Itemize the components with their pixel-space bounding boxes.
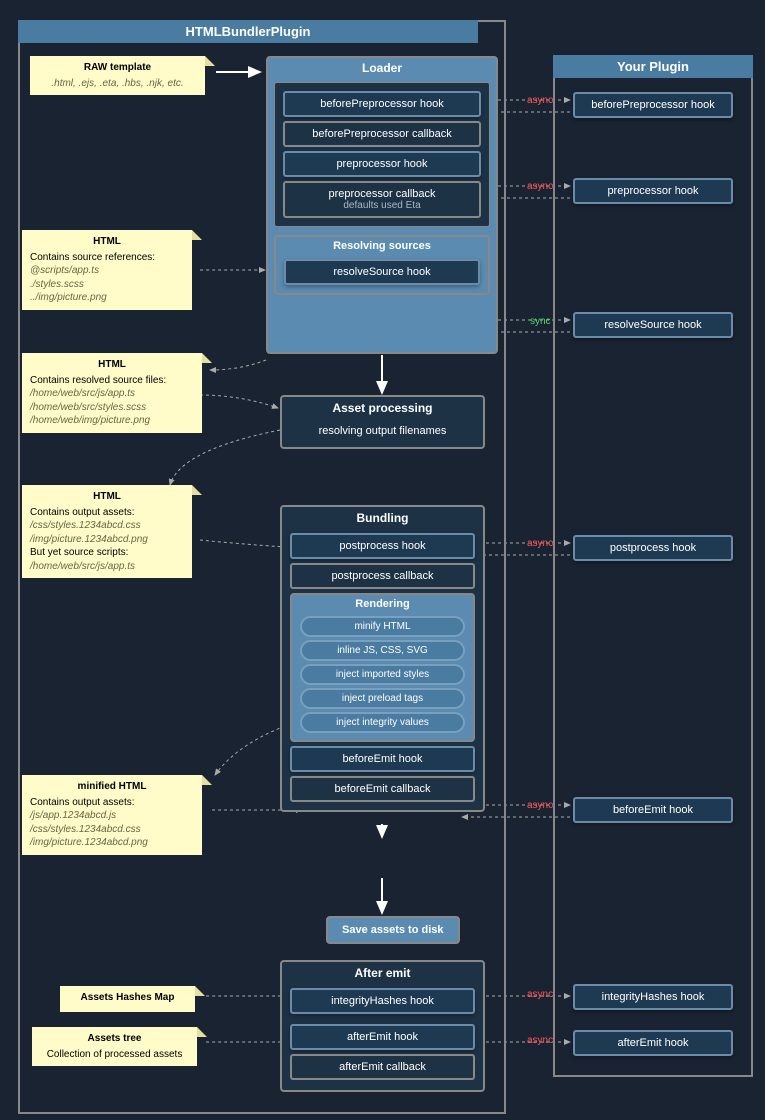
note-line: @scripts/app.ts: [30, 264, 184, 278]
plugin-before-preprocessor-hook: beforePreprocessor hook: [573, 92, 733, 118]
note-line: /css/styles.1234abcd.css: [30, 823, 194, 837]
note-line: But yet source scripts:: [30, 546, 184, 560]
bundling-title: Bundling: [282, 507, 483, 529]
sync-label: sync: [530, 316, 551, 327]
postprocess-callback: postprocess callback: [290, 563, 475, 589]
async-label: async: [527, 989, 553, 1000]
pill-minify: minify HTML: [300, 616, 465, 637]
note-title: RAW template: [38, 61, 197, 75]
note-title: minified HTML: [30, 780, 194, 794]
afteremit-hook: afterEmit hook: [290, 1024, 475, 1050]
pill-inline: inline JS, CSS, SVG: [300, 640, 465, 661]
after-emit-panel: After emit integrityHashes hook afterEmi…: [280, 960, 485, 1092]
integrity-hashes-hook: integrityHashes hook: [290, 988, 475, 1014]
bundling-panel: Bundling postprocess hook postprocess ca…: [280, 505, 485, 812]
plugin-preprocessor-hook: preprocessor hook: [573, 178, 733, 204]
beforeemit-hook: beforeEmit hook: [290, 746, 475, 772]
note-line: /js/app.1234abcd.js: [30, 809, 194, 823]
note-assets-tree: Assets tree Collection of processed asse…: [32, 1027, 197, 1066]
note-line: Contains source references:: [30, 251, 184, 265]
loader-title: Loader: [268, 58, 496, 78]
async-label: async: [527, 95, 553, 106]
note-title: HTML: [30, 358, 194, 372]
note-html-output: HTML Contains output assets: /css/styles…: [22, 485, 192, 578]
note-line: /home/web/img/picture.png: [30, 414, 194, 428]
beforeemit-callback: beforeEmit callback: [290, 776, 475, 802]
asset-processing-panel: Asset processing resolving output filena…: [280, 395, 485, 449]
note-line: /css/styles.1234abcd.css: [30, 519, 184, 533]
plugin-integrity-hook: integrityHashes hook: [573, 984, 733, 1010]
note-html-src-refs: HTML Contains source references: @script…: [22, 230, 192, 310]
before-preprocessor-hook: beforePreprocessor hook: [283, 91, 481, 117]
preprocessor-hook: preprocessor hook: [283, 151, 481, 177]
note-line: /home/web/src/js/app.ts: [30, 560, 184, 574]
pill-inject-preload: inject preload tags: [300, 688, 465, 709]
note-line: Contains output assets:: [30, 796, 194, 810]
loader-panel: Loader beforePreprocessor hook beforePre…: [266, 56, 498, 354]
before-preprocessor-callback: beforePreprocessor callback: [283, 121, 481, 147]
callback-sublabel: defaults used Eta: [285, 200, 479, 211]
callback-label: preprocessor callback: [285, 188, 479, 200]
note-line: ./styles.scss: [30, 278, 184, 292]
plugin-beforeemit-hook: beforeEmit hook: [573, 797, 733, 823]
preprocessor-callback: preprocessor callback defaults used Eta: [283, 181, 481, 218]
rendering-title: Rendering: [292, 595, 473, 613]
save-assets-button: Save assets to disk: [326, 916, 460, 944]
async-label: async: [527, 1035, 553, 1046]
async-label: async: [527, 538, 553, 549]
note-title: Assets Hashes Map: [68, 991, 187, 1005]
note-line: ../img/picture.png: [30, 291, 184, 305]
pill-inject-styles: inject imported styles: [300, 664, 465, 685]
note-line: /home/web/src/js/app.ts: [30, 387, 194, 401]
note-line: /img/picture.1234abcd.png: [30, 836, 194, 850]
note-title: Assets tree: [40, 1032, 189, 1046]
note-raw-template: RAW template .html, .ejs, .eta, .hbs, .n…: [30, 56, 205, 95]
note-line: Contains output assets:: [30, 506, 184, 520]
note-line: Contains resolved source files:: [30, 374, 194, 388]
async-label: async: [527, 181, 553, 192]
note-line: .html, .ejs, .eta, .hbs, .njk, etc.: [38, 77, 197, 91]
plugin-afteremit-hook: afterEmit hook: [573, 1030, 733, 1056]
note-line: Collection of processed assets: [40, 1048, 189, 1062]
plugin-title: Your Plugin: [553, 55, 753, 78]
resolving-title: Resolving sources: [276, 237, 488, 255]
note-line: /img/picture.1234abcd.png: [30, 533, 184, 547]
asset-title: Asset processing: [282, 397, 483, 419]
plugin-postprocess-hook: postprocess hook: [573, 535, 733, 561]
after-emit-title: After emit: [282, 962, 483, 984]
resolve-source-hook: resolveSource hook: [284, 259, 480, 285]
async-label: async: [527, 800, 553, 811]
afteremit-callback: afterEmit callback: [290, 1054, 475, 1080]
main-title: HTMLBundlerPlugin: [18, 20, 478, 43]
plugin-resolve-source-hook: resolveSource hook: [573, 312, 733, 338]
note-minified-html: minified HTML Contains output assets: /j…: [22, 775, 202, 855]
note-hashes-map: Assets Hashes Map: [60, 986, 195, 1012]
note-line: /home/web/src/styles.scss: [30, 401, 194, 415]
pill-inject-integrity: inject integrity values: [300, 712, 465, 733]
asset-line: resolving output filenames: [290, 423, 475, 443]
rendering-panel: Rendering minify HTML inline JS, CSS, SV…: [290, 593, 475, 742]
note-title: HTML: [30, 235, 184, 249]
resolving-sources-panel: Resolving sources resolveSource hook: [274, 235, 490, 295]
note-title: HTML: [30, 490, 184, 504]
your-plugin-container: Your Plugin: [553, 55, 753, 1077]
note-html-resolved: HTML Contains resolved source files: /ho…: [22, 353, 202, 433]
postprocess-hook: postprocess hook: [290, 533, 475, 559]
